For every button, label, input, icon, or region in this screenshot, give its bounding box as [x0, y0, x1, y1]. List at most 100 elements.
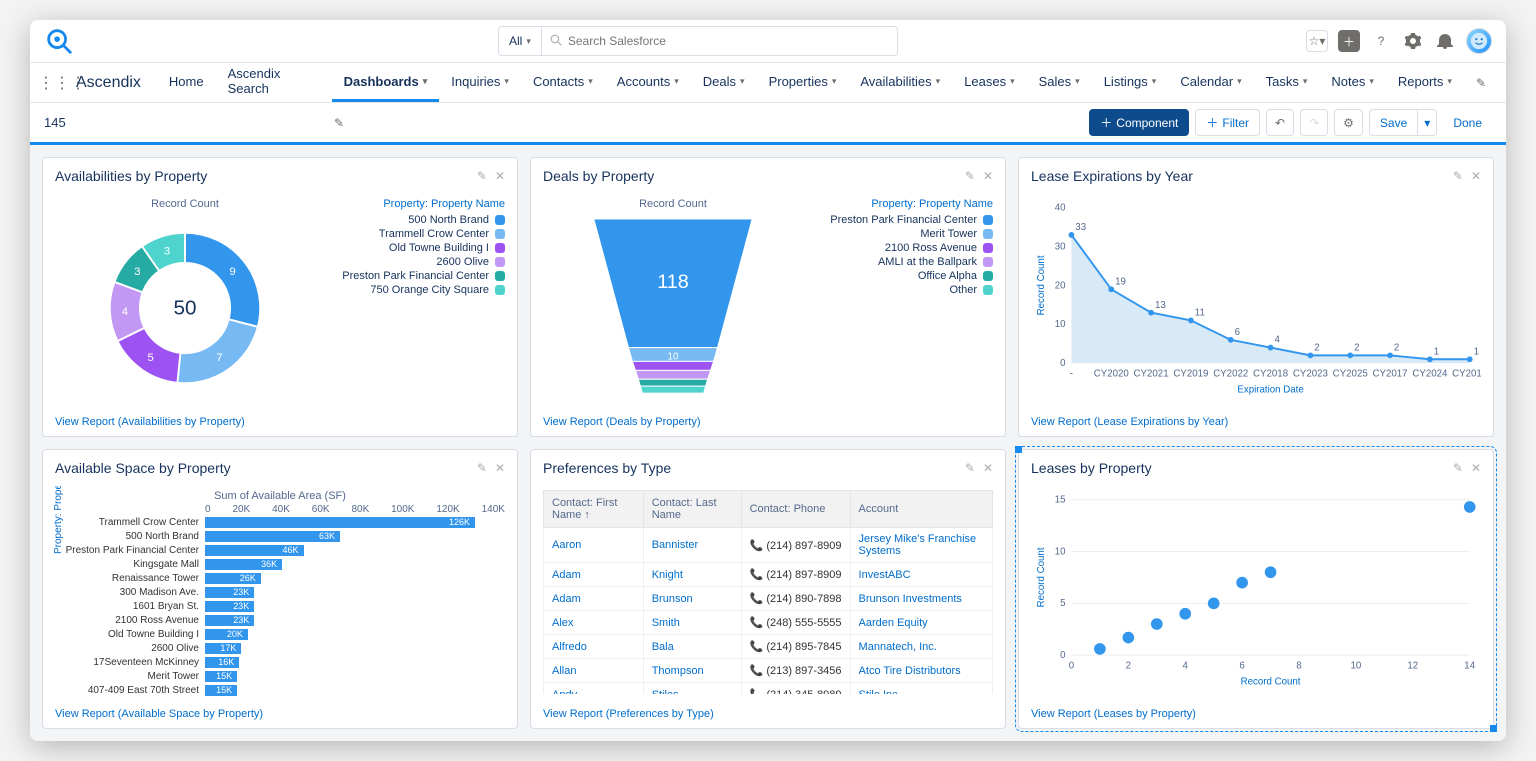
edit-card-pencil-icon[interactable]: ✎ — [965, 461, 975, 475]
undo-button[interactable]: ↶ — [1266, 109, 1294, 136]
user-avatar[interactable] — [1466, 28, 1492, 54]
nav-item-leases[interactable]: Leases▾ — [952, 63, 1026, 102]
redo-button[interactable]: ↷ — [1300, 109, 1328, 136]
card-deals-by-property[interactable]: Deals by Property ✎ ✕ Record Count 11810… — [530, 157, 1006, 437]
nav-item-listings[interactable]: Listings▾ — [1092, 63, 1169, 102]
view-report-link[interactable]: View Report (Available Space by Property… — [55, 708, 263, 720]
remove-card-close-icon[interactable]: ✕ — [983, 461, 993, 475]
nav-item-sales[interactable]: Sales▾ — [1027, 63, 1092, 102]
table-row[interactable]: AllanThompson📞 (213) 897-3456Atco Tire D… — [544, 659, 993, 683]
edit-title-pencil-icon[interactable]: ✎ — [334, 116, 344, 130]
nav-item-tasks[interactable]: Tasks▾ — [1254, 63, 1320, 102]
nav-item-notes[interactable]: Notes▾ — [1319, 63, 1386, 102]
bar-row[interactable]: 2600 Olive17K — [55, 641, 505, 655]
table-scroll[interactable]: Contact: First Name ↑Contact: Last NameC… — [543, 490, 993, 694]
bar-row[interactable]: Preston Park Financial Center46K — [55, 543, 505, 557]
legend-item[interactable]: 2600 Olive — [315, 256, 505, 268]
edit-card-pencil-icon[interactable]: ✎ — [1453, 169, 1463, 183]
bar-row[interactable]: 500 North Brand63K — [55, 529, 505, 543]
nav-item-availabilities[interactable]: Availabilities▾ — [848, 63, 952, 102]
legend-item[interactable]: Office Alpha — [803, 270, 993, 282]
add-component-button[interactable]: ＋ Component — [1089, 109, 1189, 136]
table-row[interactable]: AaronBannister📞 (214) 897-8909Jersey Mik… — [544, 528, 993, 563]
nav-item-inquiries[interactable]: Inquiries▾ — [439, 63, 521, 102]
view-report-link[interactable]: View Report (Leases by Property) — [1031, 708, 1196, 720]
notifications-bell-icon[interactable] — [1434, 30, 1456, 52]
legend-item[interactable]: Trammell Crow Center — [315, 228, 505, 240]
nav-item-ascendix-search[interactable]: Ascendix Search — [216, 63, 332, 102]
remove-card-close-icon[interactable]: ✕ — [1471, 461, 1481, 475]
edit-nav-pencil-icon[interactable]: ✎ — [1464, 76, 1498, 90]
legend-swatch — [983, 229, 993, 239]
bar-row[interactable]: Trammell Crow Center126K — [55, 515, 505, 529]
legend-item[interactable]: 500 North Brand — [315, 214, 505, 226]
card-preferences-by-type[interactable]: Preferences by Type ✎ ✕ Contact: First N… — [530, 449, 1006, 729]
legend-swatch — [495, 229, 505, 239]
bar-row[interactable]: 2100 Ross Avenue23K — [55, 613, 505, 627]
table-row[interactable]: AndyStiles📞 (214) 345-8989Stile Inc. — [544, 683, 993, 695]
edit-card-pencil-icon[interactable]: ✎ — [1453, 461, 1463, 475]
remove-card-close-icon[interactable]: ✕ — [495, 461, 505, 475]
legend-item[interactable]: Preston Park Financial Center — [803, 214, 993, 226]
bar-row[interactable]: 17Seventeen McKinney16K — [55, 655, 505, 669]
nav-item-dashboards[interactable]: Dashboards▾ — [332, 63, 440, 102]
setup-gear-icon[interactable] — [1402, 30, 1424, 52]
legend-item[interactable]: 750 Orange City Square — [315, 284, 505, 296]
remove-card-close-icon[interactable]: ✕ — [495, 169, 505, 183]
help-icon[interactable]: ? — [1370, 30, 1392, 52]
nav-item-deals[interactable]: Deals▾ — [691, 63, 757, 102]
remove-card-close-icon[interactable]: ✕ — [983, 169, 993, 183]
nav-item-calendar[interactable]: Calendar▾ — [1168, 63, 1253, 102]
bar-row[interactable]: Renaissance Tower26K — [55, 571, 505, 585]
view-report-link[interactable]: View Report (Deals by Property) — [543, 416, 701, 428]
bar-row[interactable]: Merit Tower15K — [55, 669, 505, 683]
save-button[interactable]: Save — [1369, 109, 1418, 136]
add-button[interactable]: ＋ — [1338, 30, 1360, 52]
favorites-button[interactable]: ☆▾ — [1306, 30, 1328, 52]
nav-item-reports[interactable]: Reports▾ — [1386, 63, 1464, 102]
nav-item-contacts[interactable]: Contacts▾ — [521, 63, 605, 102]
legend-item[interactable]: Preston Park Financial Center — [315, 270, 505, 282]
search-input[interactable] — [568, 34, 889, 48]
add-filter-button[interactable]: ＋ Filter — [1195, 109, 1260, 136]
view-report-link[interactable]: View Report (Preferences by Type) — [543, 708, 714, 720]
app-launcher-icon[interactable]: ⋮⋮⋮ — [38, 73, 72, 93]
card-leases-by-property[interactable]: Leases by Property ✎ ✕ 05101502468101214… — [1018, 449, 1494, 729]
card-available-space[interactable]: Available Space by Property ✎ ✕ Property… — [42, 449, 518, 729]
view-report-link[interactable]: View Report (Availabilities by Property) — [55, 416, 245, 428]
column-header[interactable]: Contact: Last Name — [643, 491, 741, 528]
legend-item[interactable]: Old Towne Building I — [315, 242, 505, 254]
edit-card-pencil-icon[interactable]: ✎ — [965, 169, 975, 183]
bar-row[interactable]: 300 Madison Ave.23K — [55, 585, 505, 599]
table-row[interactable]: AdamKnight📞 (214) 897-8909InvestABC — [544, 563, 993, 587]
table-row[interactable]: AdamBrunson📞 (214) 890-7898Brunson Inves… — [544, 587, 993, 611]
legend-item[interactable]: Other — [803, 284, 993, 296]
column-header[interactable]: Contact: First Name ↑ — [544, 491, 644, 528]
nav-item-home[interactable]: Home — [157, 63, 216, 102]
card-availabilities-by-property[interactable]: Availabilities by Property ✎ ✕ Record Co… — [42, 157, 518, 437]
save-menu-button[interactable]: ▾ — [1418, 109, 1437, 136]
legend-item[interactable]: 2100 Ross Avenue — [803, 242, 993, 254]
table-row[interactable]: AlfredoBala📞 (214) 895-7845Mannatech, In… — [544, 635, 993, 659]
search-scope-dropdown[interactable]: All ▾ — [499, 27, 542, 55]
bar-row[interactable]: 407-409 East 70th Street15K — [55, 683, 505, 697]
legend-swatch — [495, 271, 505, 281]
legend-item[interactable]: Merit Tower — [803, 228, 993, 240]
column-header[interactable]: Contact: Phone — [741, 491, 850, 528]
nav-item-accounts[interactable]: Accounts▾ — [605, 63, 691, 102]
table-row[interactable]: AlexSmith📞 (248) 555-5555Aarden Equity — [544, 611, 993, 635]
legend-item[interactable]: AMLI at the Ballpark — [803, 256, 993, 268]
nav-item-properties[interactable]: Properties▾ — [757, 63, 849, 102]
edit-card-pencil-icon[interactable]: ✎ — [477, 169, 487, 183]
remove-card-close-icon[interactable]: ✕ — [1471, 169, 1481, 183]
edit-card-pencil-icon[interactable]: ✎ — [477, 461, 487, 475]
bar-row[interactable]: Kingsgate Mall36K — [55, 557, 505, 571]
bar-row[interactable]: Old Towne Building I20K — [55, 627, 505, 641]
bar-row[interactable]: 1601 Bryan St.23K — [55, 599, 505, 613]
column-header[interactable]: Account — [850, 491, 992, 528]
view-report-link[interactable]: View Report (Lease Expirations by Year) — [1031, 416, 1228, 428]
done-button[interactable]: Done — [1443, 109, 1492, 136]
card-lease-expirations[interactable]: Lease Expirations by Year ✎ ✕ 0102030403… — [1018, 157, 1494, 437]
dashboard-settings-gear-icon[interactable]: ⚙ — [1334, 109, 1363, 136]
svg-text:CY2016: CY2016 — [1452, 369, 1481, 380]
